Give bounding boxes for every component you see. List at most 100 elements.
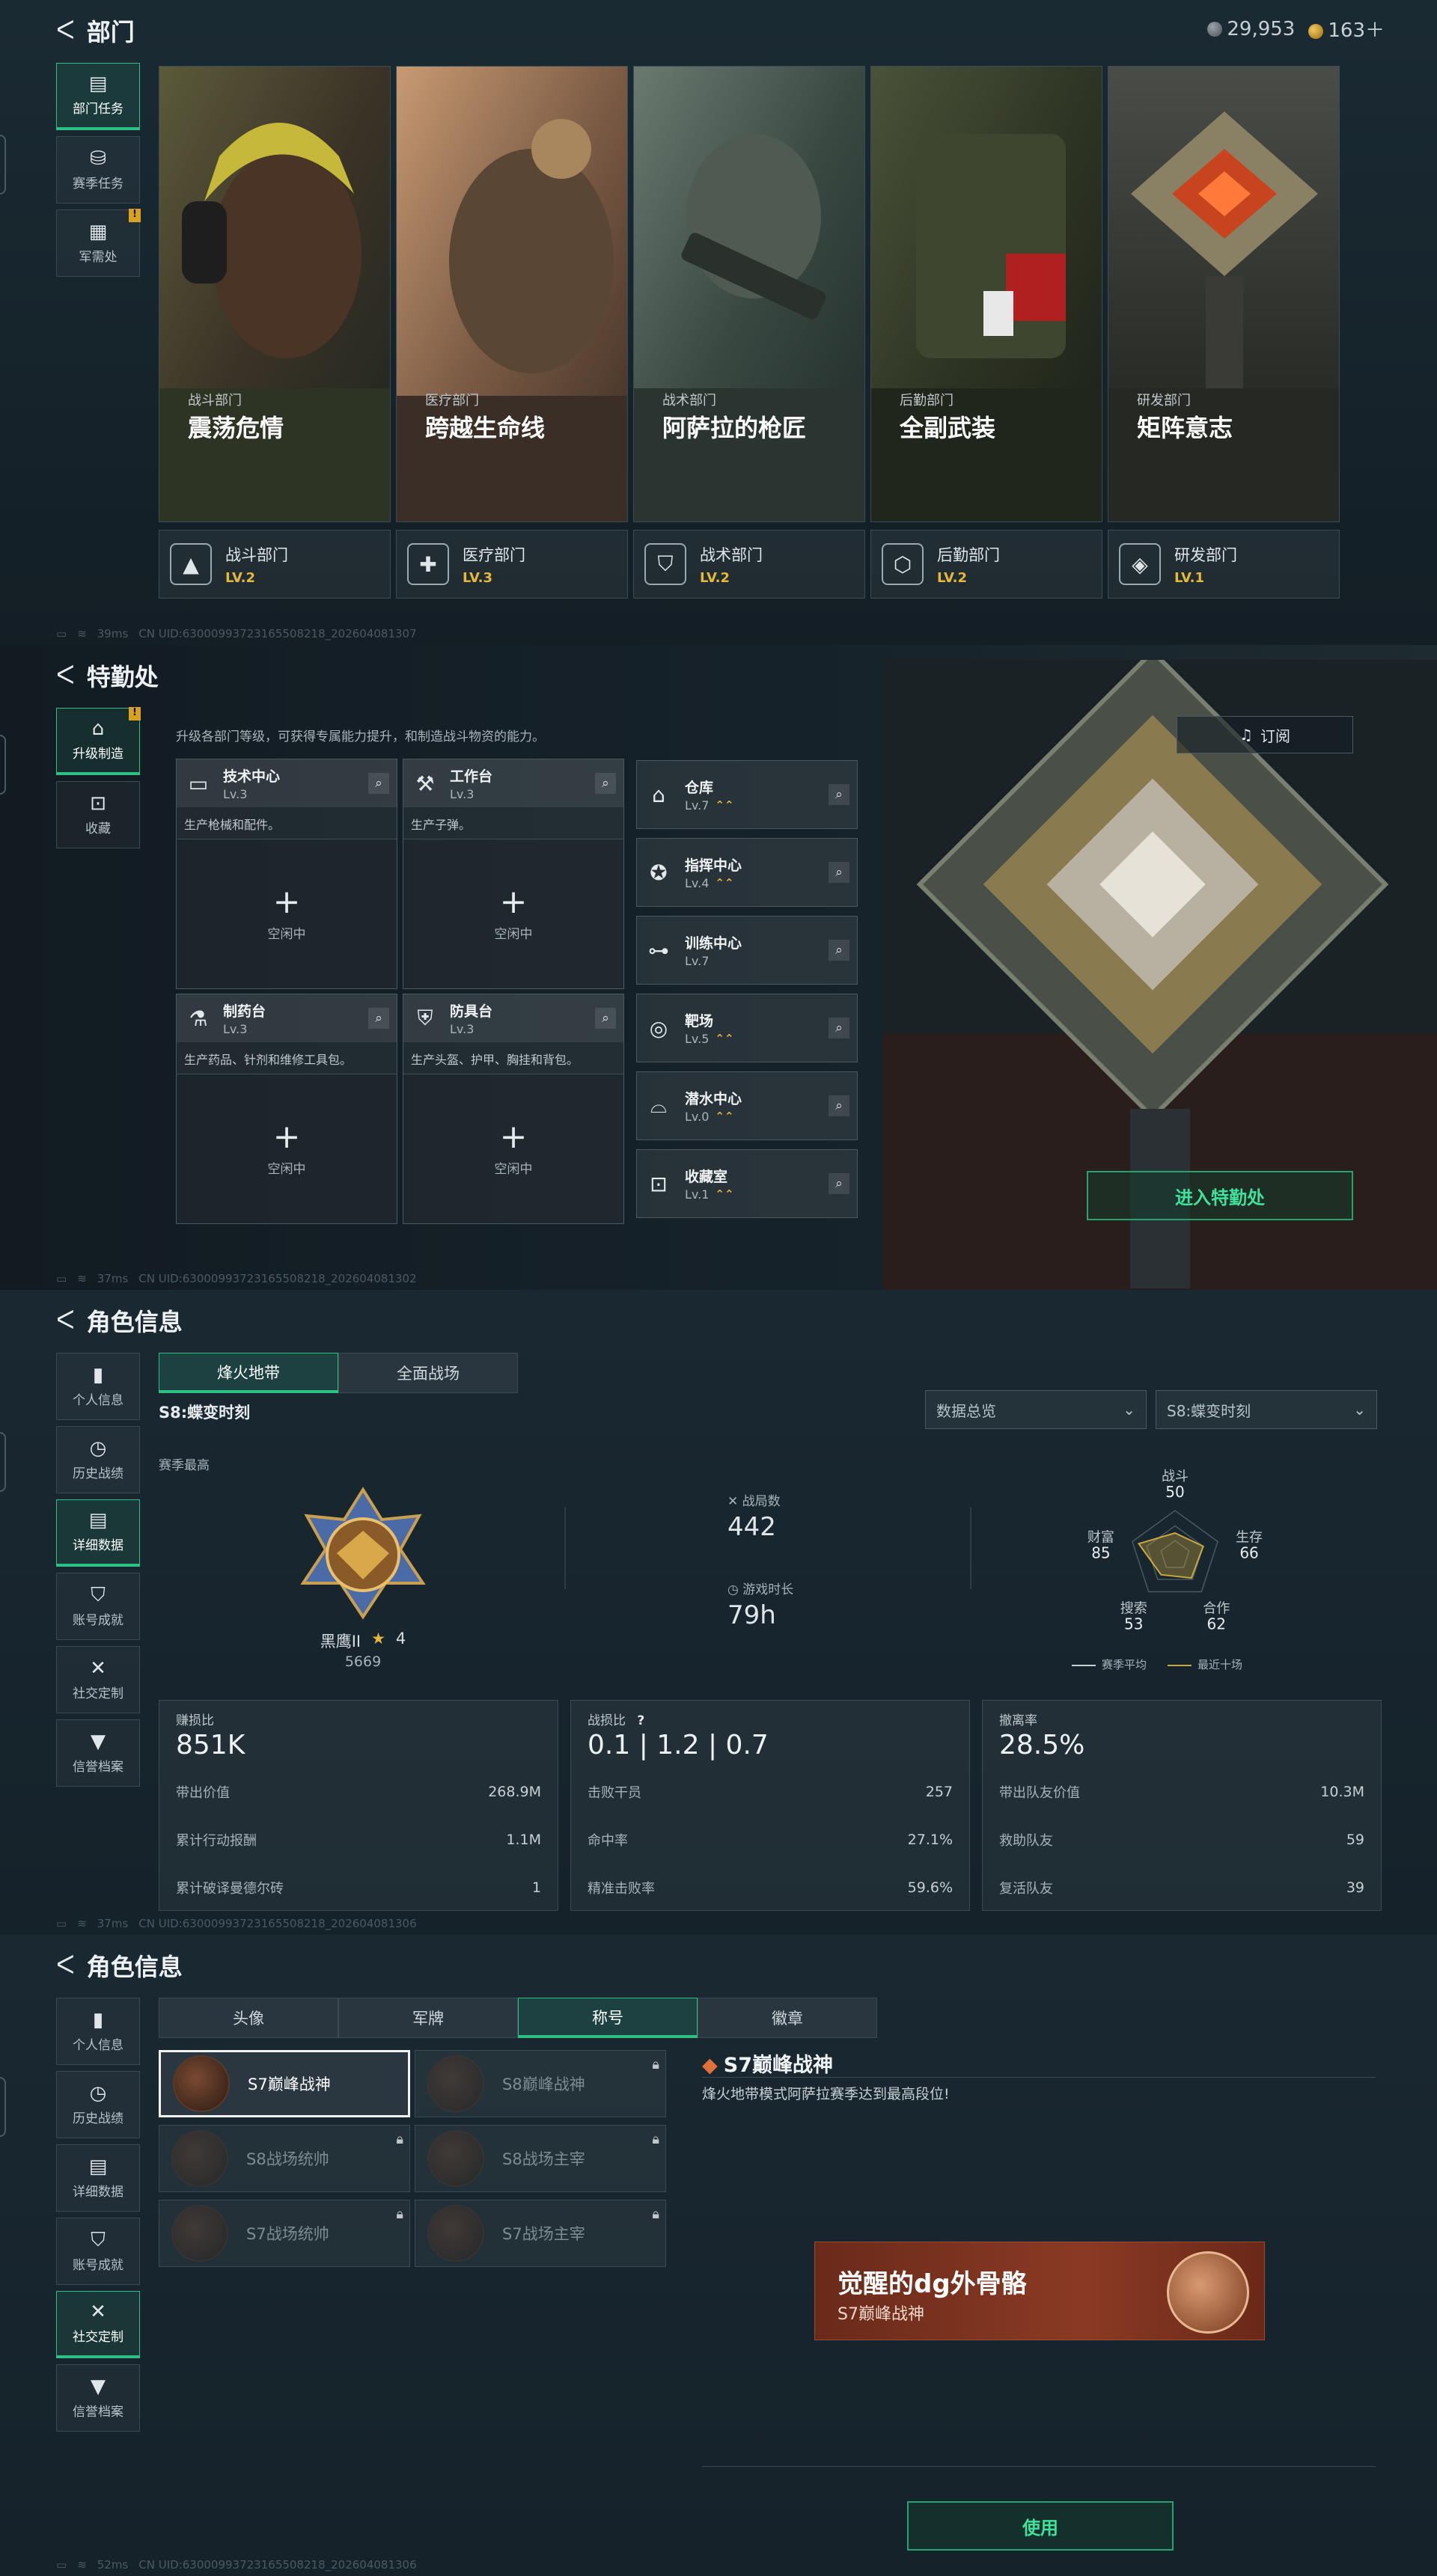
subscribe-button[interactable]: ♫ 订阅 [1177, 716, 1353, 753]
side-tab-season-tasks[interactable]: ⛁ 赛季任务 [56, 136, 140, 204]
side-tab-detailed-data[interactable]: ▤ 详细数据 [56, 2144, 140, 2212]
tab-avatar[interactable]: 头像 [159, 1998, 338, 2038]
side-tab-social[interactable]: ✕ 社交定制 [56, 2291, 140, 2358]
department-bar-research[interactable]: ◈ 研发部门 LV.1 [1108, 530, 1340, 599]
department-card-tactical[interactable]: 战术部门 阿萨拉的枪匠 [633, 66, 865, 522]
department-card-logistics[interactable]: 后勤部门 全副武装 [870, 66, 1102, 522]
side-tab-credit[interactable]: ▼ 信誉档案 [56, 1719, 140, 1787]
gold-currency[interactable]: 163＋ [1308, 15, 1385, 43]
search-icon[interactable]: ⌕ [829, 940, 849, 961]
side-tab-credit[interactable]: ▼ 信誉档案 [56, 2364, 140, 2432]
edge-handle[interactable] [0, 2077, 6, 2137]
side-tab-department-tasks[interactable]: ▤ 部门任务 [56, 63, 140, 130]
ping: 37ms [97, 1917, 129, 1930]
side-tab-collection[interactable]: ⊡ 收藏 [56, 781, 140, 848]
edge-handle[interactable] [0, 1432, 6, 1492]
stat-row: 带出队友价值 10.3M [999, 1784, 1364, 1801]
side-tab-history[interactable]: ◷ 历史战绩 [56, 2071, 140, 2138]
back-arrow-icon[interactable]: ᐸ [56, 18, 75, 43]
facility-pharmacy[interactable]: ⚗ 制药台 Lv.3 ⌕ 生产药品、针剂和维修工具包。 + 空闲中 [176, 994, 397, 1224]
title-item[interactable]: S8巅峰战神 🔒︎ [415, 2050, 666, 2117]
side-tab-history[interactable]: ◷ 历史战绩 [56, 1426, 140, 1493]
facility-tech-center[interactable]: ▭ 技术中心 Lv.3 ⌕ 生产枪械和配件。 + 空闲中 [176, 759, 397, 989]
department-bar-combat[interactable]: ▲ 战斗部门 LV.2 [159, 530, 391, 599]
card-value: 0.1 | 1.2 | 0.7 [588, 1730, 769, 1760]
side-tab-quartermaster[interactable]: ! ▦ 军需处 [56, 209, 141, 277]
search-icon[interactable]: ⌕ [829, 862, 849, 883]
side-tab-achievements[interactable]: ⛉ 账号成就 [56, 2218, 140, 2285]
department-card-combat[interactable]: 战斗部门 震荡危情 [159, 66, 391, 522]
search-icon[interactable]: ⌕ [829, 1173, 849, 1194]
craft-slot[interactable]: + 空闲中 [403, 839, 623, 988]
room-training-center[interactable]: ⊶ 训练中心 Lv.7 ⌕ [636, 916, 858, 985]
room-shooting-range[interactable]: ◎ 靶场 Lv.5 ⌃⌃ ⌕ [636, 994, 858, 1062]
radar-label: 财富 [1087, 1529, 1114, 1545]
room-level: Lv.0 [685, 1110, 710, 1124]
dept-level: LV.2 [937, 569, 967, 586]
back-arrow-icon[interactable]: ᐸ [56, 1953, 75, 1978]
side-tab-personal-info[interactable]: ▮ 个人信息 [56, 1353, 140, 1420]
room-command-center[interactable]: ✪ 指挥中心 Lv.4 ⌃⌃ ⌕ [636, 838, 858, 907]
side-tab-upgrade-craft[interactable]: ! ⌂ 升级制造 [56, 707, 141, 775]
title-emblem-icon [171, 2205, 228, 2262]
title-item[interactable]: S8战场主宰 🔒︎ [415, 2125, 666, 2192]
idle-label: 空闲中 [494, 1162, 533, 1177]
title-item[interactable]: S7战场主宰 🔒︎ [415, 2200, 666, 2267]
radar-label: 战斗 [1162, 1469, 1189, 1484]
edge-handle[interactable] [0, 735, 6, 795]
enter-special-ops-button[interactable]: 进入特勤处 [1087, 1171, 1353, 1220]
side-tab-detailed-data[interactable]: ▤ 详细数据 [56, 1499, 140, 1567]
search-icon[interactable]: ⌕ [595, 773, 616, 794]
page-title: 部门 [86, 18, 135, 46]
craft-slot[interactable]: + 空闲中 [177, 839, 397, 988]
title-item[interactable]: S7巅峰战神 [159, 2050, 410, 2117]
room-collection[interactable]: ⊡ 收藏室 Lv.1 ⌃⌃ ⌕ [636, 1149, 858, 1218]
title-item[interactable]: S7战场统帅 🔒︎ [159, 2200, 410, 2267]
facility-workbench[interactable]: ⚒ 工作台 Lv.3 ⌕ 生产子弹。 + 空闲中 [403, 759, 624, 989]
tab-extraction[interactable]: 烽火地带 [159, 1353, 338, 1393]
department-bar-medical[interactable]: ✚ 医疗部门 LV.3 [396, 530, 628, 599]
side-nav: ▤ 部门任务 ⛁ 赛季任务 ! ▦ 军需处 [56, 63, 141, 283]
facility-armor-bench[interactable]: ⛨ 防具台 Lv.3 ⌕ 生产头盔、护甲、胸挂和背包。 + 空闲中 [403, 994, 624, 1224]
help-icon[interactable]: ? [637, 1713, 644, 1728]
radar-label: 搜索 [1120, 1601, 1147, 1617]
edge-handle[interactable] [0, 135, 6, 195]
dept-name: 战术部门 [700, 545, 763, 564]
side-tab-personal-info[interactable]: ▮ 个人信息 [56, 1998, 140, 2065]
radar-value: 53 [1124, 1615, 1143, 1633]
department-bar-logistics[interactable]: ⬡ 后勤部门 LV.2 [870, 530, 1102, 599]
bar-chart-icon: ▮ [92, 1363, 104, 1386]
search-icon[interactable]: ⌕ [829, 1095, 849, 1116]
tab-warfare[interactable]: 全面战场 [338, 1353, 518, 1393]
back-arrow-icon[interactable]: ᐸ [56, 663, 75, 688]
craft-slot[interactable]: + 空闲中 [403, 1074, 623, 1223]
search-icon[interactable]: ⌕ [829, 784, 849, 805]
room-warehouse[interactable]: ⌂ 仓库 Lv.7 ⌃⌃ ⌕ [636, 760, 858, 829]
idle-label: 空闲中 [267, 927, 306, 942]
season-dropdown[interactable]: S8:蝶变时刻 ⌄ [1156, 1390, 1377, 1429]
craft-slot[interactable]: + 空闲中 [177, 1074, 397, 1223]
department-bar-tactical[interactable]: ⛉ 战术部门 LV.2 [633, 530, 865, 599]
ping: 52ms [97, 2558, 129, 2572]
search-icon[interactable]: ⌕ [368, 773, 389, 794]
title-item[interactable]: S8战场统帅 🔒︎ [159, 2125, 410, 2192]
back-arrow-icon[interactable]: ᐸ [56, 1308, 75, 1333]
achievement-icon: ⛉ [91, 1583, 106, 1606]
tab-badge[interactable]: 徽章 [698, 1998, 877, 2038]
card-subtitle: 后勤部门 [900, 393, 954, 409]
plus-icon: + [272, 883, 301, 921]
tab-dogtag[interactable]: 军牌 [338, 1998, 518, 2038]
search-icon[interactable]: ⌕ [368, 1008, 389, 1029]
side-tab-achievements[interactable]: ⛉ 账号成就 [56, 1573, 140, 1640]
collection-icon: ⊡ [90, 792, 106, 815]
department-card-research[interactable]: 研发部门 矩阵意志 [1108, 66, 1340, 522]
radar-chart: 战斗50 生存66 合作62 搜索53 财富85 [1087, 1469, 1263, 1633]
data-overview-dropdown[interactable]: 数据总览 ⌄ [925, 1390, 1147, 1429]
room-dive-center[interactable]: ⌓ 潜水中心 Lv.0 ⌃⌃ ⌕ [636, 1071, 858, 1140]
search-icon[interactable]: ⌕ [595, 1008, 616, 1029]
side-tab-social[interactable]: ✕ 社交定制 [56, 1646, 140, 1713]
use-button[interactable]: 使用 [907, 2501, 1174, 2551]
department-card-medical[interactable]: 医疗部门 跨越生命线 [396, 66, 628, 522]
search-icon[interactable]: ⌕ [829, 1018, 849, 1038]
tab-title[interactable]: 称号 [518, 1998, 698, 2038]
